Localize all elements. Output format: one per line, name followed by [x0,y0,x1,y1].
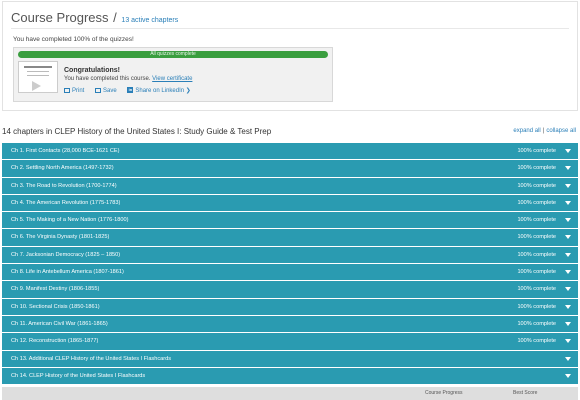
chevron-down-icon[interactable] [565,183,571,188]
chapter-title: Ch 13. Additional CLEP History of the Un… [11,355,172,362]
chevron-down-icon[interactable] [565,252,571,257]
chapter-status: 100% complete [517,182,556,189]
quiz-progress-bar-label: All quizzes complete [150,51,196,57]
chapter-title: Ch 11. American Civil War (1861-1865) [11,320,108,327]
active-chapters-link[interactable]: 13 active chapters [121,17,178,24]
print-label: Print [72,88,85,94]
save-icon [95,87,102,93]
course-progress-title: Course Progress [11,10,109,25]
chevron-down-icon[interactable] [565,149,571,153]
course-completed-text: You have completed this course. [64,76,151,82]
chapter-status: 100% complete [517,269,556,276]
congratulations-heading: Congratulations! [64,67,120,74]
certificate-box: All quizzes complete Congratulations! Yo… [13,47,333,102]
chapter-row[interactable]: Ch 10. Sectional Crisis (1850-1861) 100% … [2,298,578,315]
chapter-status: 100% complete [517,148,556,154]
certificate-thumbnail[interactable] [18,61,58,93]
chevron-down-icon[interactable] [565,166,571,171]
link-separator: | [542,128,545,134]
chapter-status: 100% complete [517,165,556,172]
chapter-row[interactable]: Ch 9. Manifest Destiny (1806-1855) 100% c… [2,281,578,298]
linkedin-icon: in [127,87,134,94]
chapter-row[interactable]: Ch 13. Additional CLEP History of the Un… [2,350,578,367]
chapter-status: 100% complete [517,286,556,293]
chapter-row[interactable]: Ch 8. Life in Antebellum America (1807-1… [2,264,578,281]
print-icon [64,87,70,93]
course-completed-line: You have completed this course. View cer… [64,76,192,82]
chapter-row[interactable]: Ch 11. American Civil War (1861-1865) 100… [2,315,578,333]
chapter-title: Ch 12. Reconstruction (1865-1877) [11,338,99,345]
chevron-down-icon[interactable] [565,373,571,378]
chapter-status: 100% complete [517,217,556,224]
chapter-row[interactable]: Ch 12. Reconstruction (1865-1877) 100% co… [2,333,578,350]
chapter-title: Ch 8. Life in Antebellum America (1807-1… [11,269,124,276]
chevron-down-icon[interactable] [565,321,571,326]
quiz-completion-text: You have completed 100% of the quizzes! [13,36,134,43]
print-button[interactable]: Print [64,87,85,94]
view-certificate-link[interactable]: View certificate [152,76,192,82]
chapter-title: Ch 9. Manifest Destiny (1806-1855) [11,286,100,293]
chevron-down-icon[interactable] [565,218,571,223]
save-button[interactable]: Save [95,87,117,94]
chapter-title: Ch 5. The Making of a New Nation (1776-1… [11,217,129,224]
save-label: Save [103,88,117,94]
chapter-title: Ch 7. Jacksonian Democracy (1825 – 1850) [11,251,121,258]
course-progress-column-header: Course Progress [425,390,463,396]
chapter-row[interactable]: Ch 6. The Virginia Dynasty (1801-1825) 10… [2,229,578,246]
chevron-down-icon[interactable] [565,235,571,240]
chevron-down-icon[interactable] [565,270,571,275]
chapter-status: 100% complete [517,234,556,241]
chevron-down-icon[interactable] [565,339,571,344]
chapter-list: Ch 1. First Contacts (28,000 BCE-1621 CE… [2,143,578,385]
expand-collapse-links: expand all | collapse all [513,128,576,134]
divider [11,28,569,29]
share-linkedin-button[interactable]: in Share on LinkedIn ❯ [127,87,191,94]
chapter-row[interactable]: Ch 1. First Contacts (28,000 BCE-1621 CE… [2,143,578,160]
share-linkedin-label: Share on LinkedIn ❯ [135,88,191,94]
chapter-row[interactable]: Ch 4. The American Revolution (1775-1783… [2,194,578,212]
chapter-title: Ch 2. Settling North America (1497-1732) [11,165,114,172]
chapter-row[interactable]: Ch 5. The Making of a New Nation (1776-1… [2,212,578,229]
best-score-column-header: Best Score [513,390,538,396]
chevron-down-icon[interactable] [565,200,571,205]
title-separator: / [113,10,117,25]
chevron-down-icon[interactable] [565,356,571,361]
chapter-title: Ch 14. CLEP History of the United States… [11,372,146,379]
chapter-title: Ch 10. Sectional Crisis (1850-1861) [11,303,100,310]
certificate-actions: Print Save in Share on LinkedIn ❯ [64,87,200,94]
chapter-row[interactable]: Ch 2. Settling North America (1497-1732)… [2,160,578,177]
chevron-down-icon[interactable] [565,304,571,309]
chapter-title: Ch 4. The American Revolution (1775-1783… [11,199,121,206]
table-header-bar: Course Progress Best Score [2,387,578,400]
chapter-status: 100% complete [517,303,556,310]
chapter-row[interactable]: Ch 7. Jacksonian Democracy (1825 – 1850)… [2,246,578,264]
chapter-row[interactable]: Ch 14. CLEP History of the United States… [2,367,578,385]
chevron-down-icon[interactable] [565,287,571,292]
chapter-title: Ch 6. The Virginia Dynasty (1801-1825) [11,234,110,241]
quiz-progress-bar: All quizzes complete [18,51,328,58]
expand-all-link[interactable]: expand all [513,128,540,134]
chapter-row[interactable]: Ch 3. The Road to Revolution (1700-1774)… [2,177,578,194]
chapters-heading: 14 chapters in CLEP History of the Unite… [2,127,272,136]
chapter-status: 100% complete [517,251,556,258]
play-icon [32,81,41,91]
chapter-title: Ch 1. First Contacts (28,000 BCE-1621 CE… [11,148,120,154]
chapter-status: 100% complete [517,338,556,345]
course-progress-card: Course Progress / 13 active chapters You… [2,1,578,111]
course-progress-header: Course Progress / 13 active chapters [11,10,178,25]
chapter-status: 100% complete [517,320,556,327]
chapter-status: 100% complete [517,199,556,206]
chapter-title: Ch 3. The Road to Revolution (1700-1774) [11,182,117,189]
collapse-all-link[interactable]: collapse all [546,128,576,134]
